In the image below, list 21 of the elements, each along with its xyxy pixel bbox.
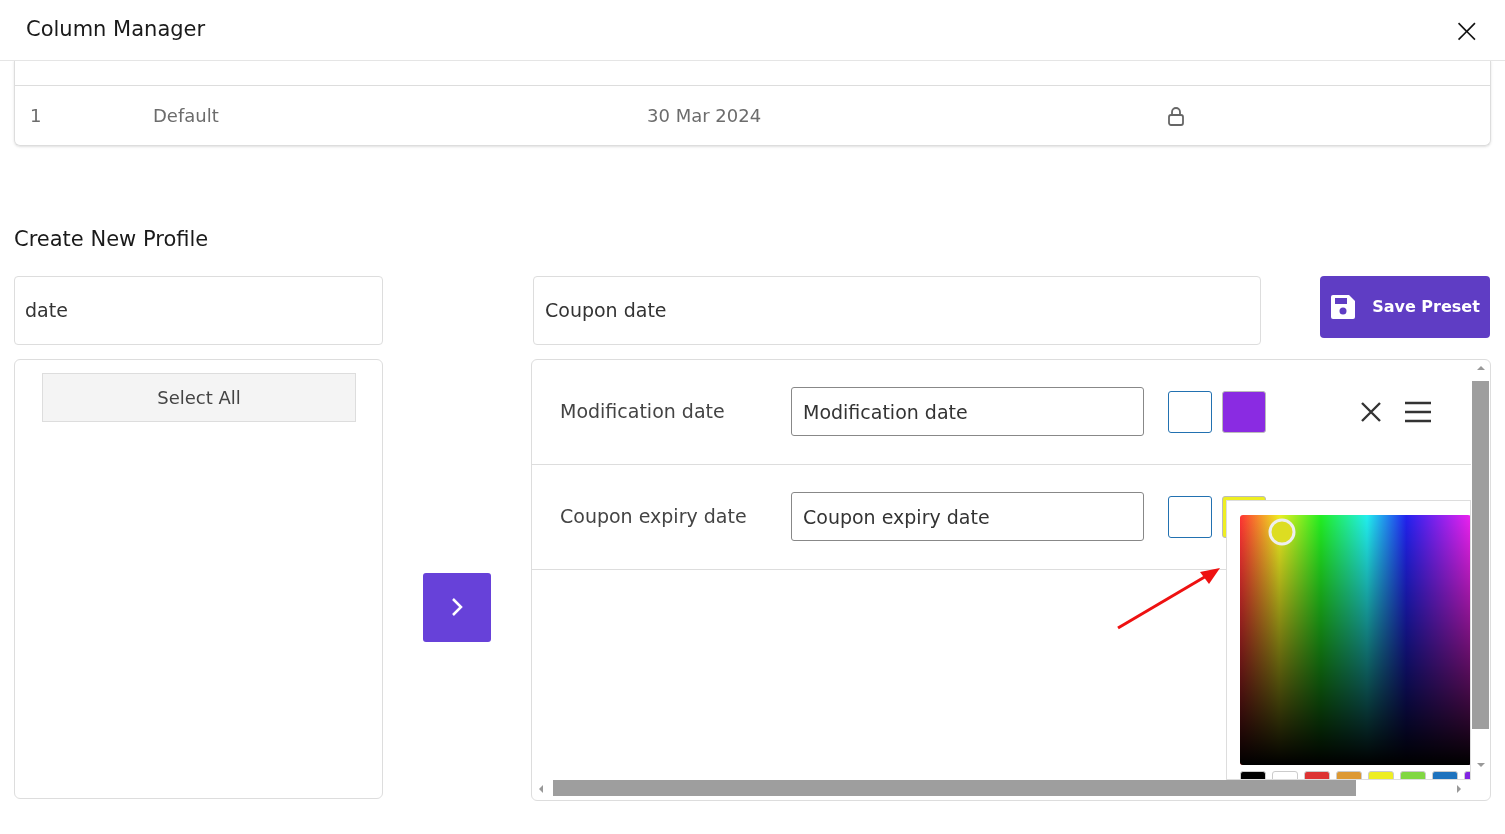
add-column-button[interactable] (423, 572, 491, 642)
table-cell-text: 1 (29, 104, 43, 128)
table-cell-text: 30 Mar 2024 (647, 104, 763, 128)
save-preset-button[interactable]: Save Preset (1320, 275, 1490, 338)
remove-icon[interactable] (1360, 400, 1382, 423)
color-swatch[interactable] (1222, 390, 1266, 433)
color-swatch[interactable] (1168, 495, 1212, 538)
table-cell-text: Default (153, 104, 220, 128)
modal-title: Column Manager (26, 16, 206, 44)
column-title-field[interactable]: Modification date (791, 387, 1144, 436)
column-label: Coupon expiry date (559, 504, 748, 530)
column-label: Modification date (559, 399, 726, 425)
section-title: Create New Profile (14, 226, 210, 253)
search-field[interactable]: date (14, 275, 383, 345)
close-button[interactable]: × (1452, 13, 1481, 47)
profile-name-field[interactable]: Coupon date (533, 275, 1261, 345)
save-icon (1330, 293, 1357, 320)
drag-handle-icon[interactable] (1404, 400, 1432, 423)
select-all-button[interactable]: Select All (42, 372, 356, 422)
column-title-field[interactable]: Coupon expiry date (791, 492, 1144, 541)
color-swatch[interactable] (1168, 390, 1212, 433)
